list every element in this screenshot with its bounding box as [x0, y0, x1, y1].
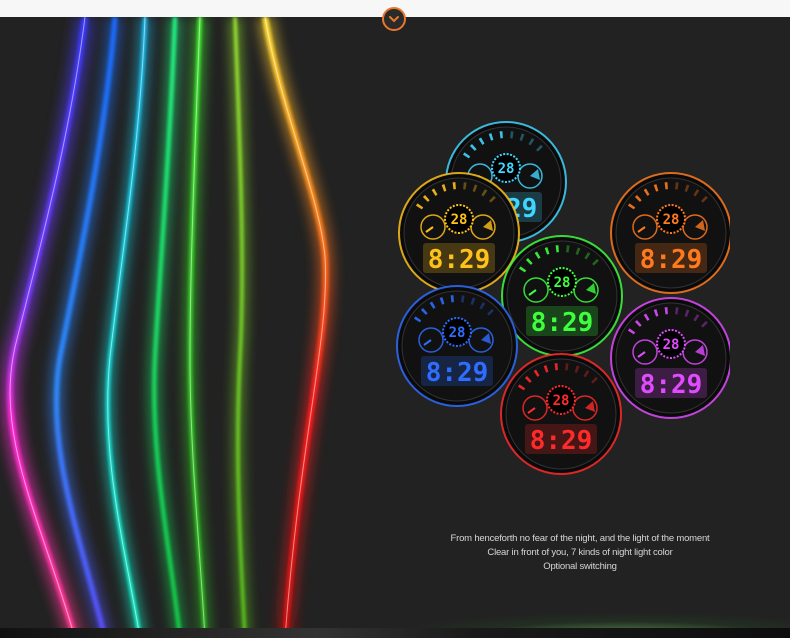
- expand-toggle-button[interactable]: [382, 7, 406, 31]
- caption-line-3: Optional switching: [543, 561, 617, 572]
- watch-day-label: 28: [663, 337, 680, 353]
- watch-face-magenta: 28 8:29: [610, 297, 730, 419]
- watch-day-label: 28: [449, 325, 466, 341]
- watch-time-label: 8:29: [531, 308, 594, 338]
- watch-day-label: 28: [663, 212, 680, 228]
- bottom-strip: [0, 628, 790, 638]
- watch-day-label: 28: [498, 161, 515, 177]
- watch-time-label: 8:29: [426, 358, 489, 388]
- watch-face-yellow: 28 8:29: [398, 172, 520, 294]
- chevron-down-icon: [389, 16, 399, 23]
- watch-day-label: 28: [553, 393, 570, 409]
- watch-time-label: 8:29: [428, 245, 491, 275]
- watch-time-label: 8:29: [640, 370, 703, 400]
- caption: From henceforth no fear of the night, an…: [420, 532, 740, 574]
- watch-faces-cluster: 288:29288:29288:29288:29288:29288:29288:…: [396, 121, 730, 475]
- caption-line-1: From henceforth no fear of the night, an…: [450, 533, 710, 544]
- watch-face-blue: 28 8:29: [396, 285, 518, 407]
- watch-face-green: 28 8:29: [501, 235, 623, 357]
- watch-face-red: 28 8:29: [500, 353, 622, 475]
- watch-day-label: 28: [451, 212, 468, 228]
- light-streaks-graphic: [1, 17, 334, 638]
- caption-line-2: Clear in front of you, 7 kinds of night …: [487, 547, 673, 558]
- watch-day-label: 28: [554, 275, 571, 291]
- watch-time-label: 8:29: [530, 426, 593, 456]
- watch-time-label: 8:29: [640, 245, 703, 275]
- watch-face-orange: 28 8:29: [610, 172, 730, 294]
